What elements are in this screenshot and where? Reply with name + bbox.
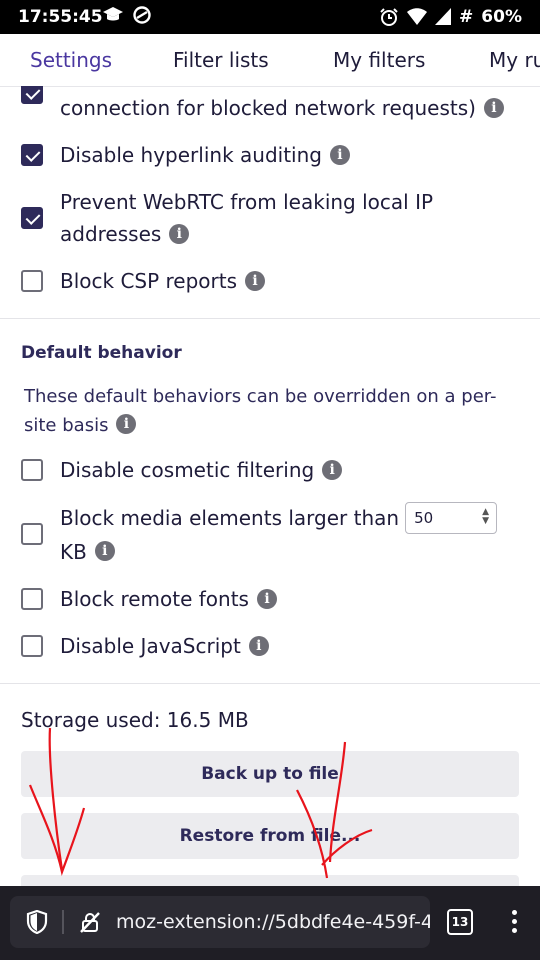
checkbox-webrtc[interactable] [21,207,43,229]
overflow-menu-icon[interactable] [512,910,518,937]
setting-label-cont: KB [60,539,87,564]
tab-my-rules[interactable]: My ru [489,34,540,86]
divider [0,683,540,684]
backup-to-file-button[interactable]: Back up to file [21,751,519,797]
battery-text: 60% [481,7,522,27]
checkbox-remote-fonts[interactable] [21,588,43,610]
tab-settings[interactable]: Settings [30,34,112,86]
checkbox-cosmetic-filtering[interactable] [21,459,43,481]
settings-content: connection for blocked network requests)… [0,86,540,886]
url-separator [62,910,64,934]
divider [0,318,540,319]
setting-label: connection for blocked network requests) [60,96,476,120]
status-bar: 17:55:45 # 60% [0,0,540,34]
hash-icon: # [459,7,474,27]
signal-icon [435,8,452,26]
info-icon[interactable]: i [245,270,266,291]
media-size-input[interactable]: 50 ▲ ▼ [405,501,498,534]
setting-label: Disable hyperlink auditing [60,143,322,167]
storage-used-text: Storage used: 16.5 MB [21,708,249,732]
info-icon[interactable]: i [169,223,190,244]
checkbox-media-elements[interactable] [21,523,43,545]
info-icon[interactable]: i [94,541,115,561]
setting-label: Block remote fonts [60,587,249,611]
wifi-icon [407,8,428,26]
url-bar[interactable]: moz-extension://5dbdfe4e-459f-490 [10,896,430,948]
url-text: moz-extension://5dbdfe4e-459f-490 [116,911,430,933]
vpn-icon [132,5,152,25]
info-icon[interactable]: i [116,414,137,434]
info-icon[interactable]: i [329,144,350,165]
setting-label-cont: addresses [60,222,162,246]
setting-label: Disable cosmetic filtering [60,458,315,482]
checkbox-partial[interactable] [21,86,43,104]
shield-icon[interactable] [26,909,48,938]
checkbox-hyperlink-auditing[interactable] [21,144,43,166]
tab-my-filters[interactable]: My filters [333,34,425,86]
tab-filter-lists[interactable]: Filter lists [173,34,269,86]
tab-bar: Settings Filter lists My filters My ru [0,34,540,87]
section-title-default-behavior: Default behavior [21,343,182,363]
spinner-arrows-icon[interactable]: ▲ ▼ [482,507,489,526]
setting-label: Disable JavaScript [60,634,241,658]
browser-toolbar: moz-extension://5dbdfe4e-459f-490 13 [0,886,540,960]
setting-label: Prevent WebRTC from leaking local IP [60,190,434,214]
setting-label: Block CSP reports [60,269,238,293]
setting-label: Block media elements larger than [60,506,400,530]
insecure-lock-icon[interactable] [78,910,102,938]
checkbox-csp-reports[interactable] [21,270,43,292]
info-icon[interactable]: i [322,459,343,480]
restore-from-file-button[interactable]: Restore from file... [21,813,519,859]
graduation-cap-icon [102,4,124,26]
alarm-icon [379,7,399,27]
status-time: 17:55:45 [18,7,103,27]
info-icon[interactable]: i [483,97,504,118]
checkbox-javascript[interactable] [21,635,43,657]
next-button-partial[interactable] [21,875,519,886]
section-description: These default behaviors can be overridde… [24,386,497,436]
info-icon[interactable]: i [248,635,269,656]
tab-count-button[interactable]: 13 [447,909,473,935]
info-icon[interactable]: i [256,588,277,609]
